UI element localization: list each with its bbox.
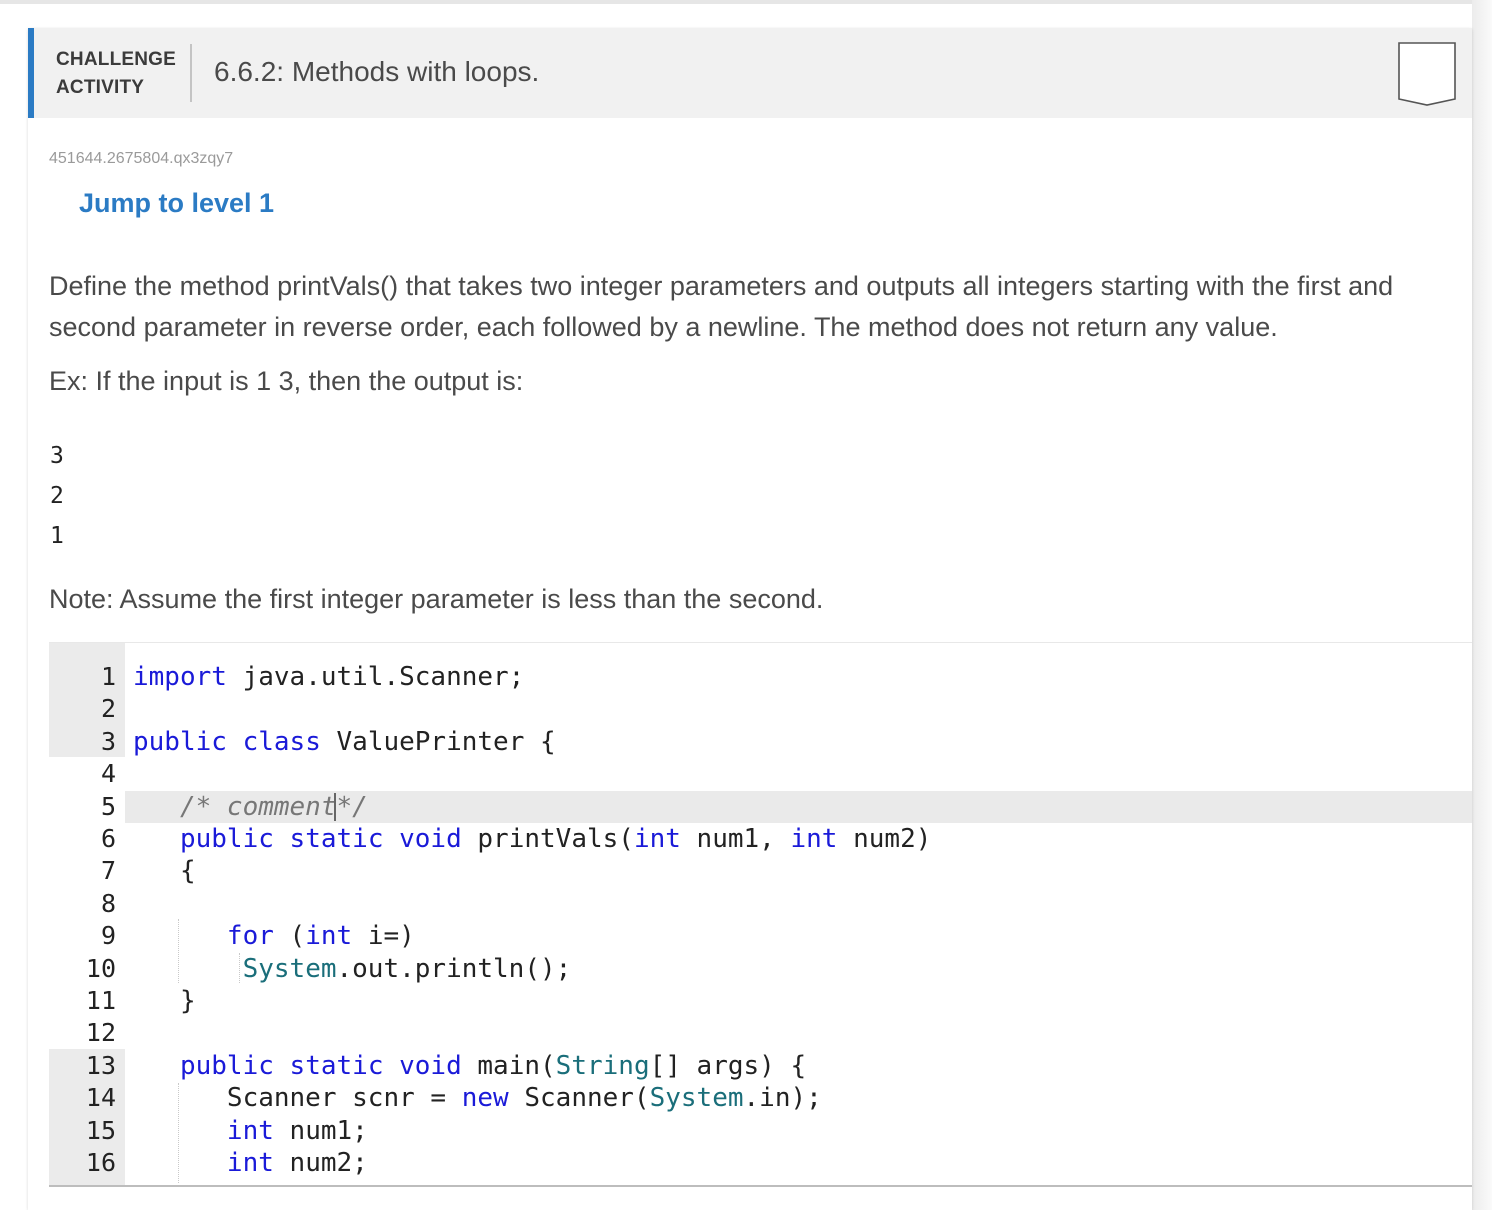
code-token: .in);: [743, 1083, 822, 1114]
code-token: printVals(: [461, 824, 634, 854]
line-number: 8: [100, 888, 116, 918]
example-text: Ex: If the input is 1 3, then the output…: [49, 366, 524, 396]
line-number: 12: [85, 1018, 116, 1048]
code-token: class: [242, 726, 321, 757]
code-token: int: [790, 824, 838, 854]
example-output-line: 1: [50, 523, 64, 549]
code-token: int: [305, 921, 353, 952]
code-token: int: [226, 1148, 274, 1178]
code-line[interactable]: int num1;: [133, 1115, 368, 1147]
line-number: 5: [100, 791, 116, 821]
code-token: void: [399, 1050, 462, 1081]
code-token: Scanner(: [508, 1083, 650, 1114]
code-token: }: [133, 986, 196, 1016]
code-token: main(: [461, 1050, 556, 1081]
challenge-label-line1: CHALLENGE: [56, 49, 177, 70]
line-number: 13: [85, 1050, 116, 1080]
code-token: java.util.Scanner;: [226, 662, 525, 692]
code-token: public: [179, 824, 274, 854]
text-cursor: [334, 793, 336, 821]
jump-to-level-link[interactable]: Jump to level 1: [79, 188, 274, 219]
header-divider: [190, 44, 192, 102]
code-line[interactable]: public class ValuePrinter {: [133, 726, 556, 758]
code-line[interactable]: public static void printVals(int num1, i…: [133, 823, 931, 855]
code-token: num2): [837, 824, 932, 854]
problem-description: Define the method printVals() that takes…: [49, 271, 1394, 342]
line-number: 9: [100, 921, 116, 951]
code-token: [] args) {: [649, 1050, 807, 1081]
challenge-label-line2: ACTIVITY: [56, 77, 145, 98]
line-number: 15: [85, 1115, 116, 1145]
code-token: public: [133, 726, 227, 757]
code-token: new: [461, 1083, 509, 1114]
code-token: num1;: [273, 1115, 368, 1146]
code-token: String: [555, 1050, 650, 1081]
code-token: System: [649, 1083, 744, 1114]
code-line[interactable]: /* comment*/: [133, 791, 368, 823]
line-number: 1: [100, 662, 116, 691]
code-line[interactable]: }: [133, 985, 196, 1017]
code-token: System: [242, 953, 337, 984]
example-output-line: 3: [50, 443, 64, 469]
code-token: /* comment*/: [133, 791, 368, 822]
code-token: static: [289, 1050, 384, 1081]
code-token: int: [226, 1115, 274, 1146]
code-token: ValuePrinter {: [320, 726, 556, 757]
line-number: 16: [85, 1148, 116, 1177]
line-number: 11: [85, 986, 116, 1015]
code-line[interactable]: {: [133, 855, 196, 887]
code-token: (: [273, 921, 306, 952]
note-text: Note: Assume the first integer parameter…: [49, 584, 824, 614]
top-rule: [0, 0, 1472, 4]
code-line[interactable]: int num2;: [133, 1147, 368, 1179]
code-token: Scanner scnr =: [133, 1083, 462, 1114]
line-number: 2: [100, 694, 116, 724]
code-token: import: [133, 662, 227, 692]
code-token: void: [399, 824, 462, 854]
code-token: num2;: [273, 1148, 368, 1178]
code-token: .out.println();: [336, 953, 572, 984]
code-line[interactable]: import java.util.Scanner;: [133, 661, 524, 693]
activity-header: CHALLENGE ACTIVITY 6.6.2: Methods with l…: [28, 28, 1472, 118]
activity-title: 6.6.2: Methods with loops.: [214, 56, 540, 87]
line-number-gutter: 1 2 3 4 5 6 7 8 9 10 11 12 13 14 15 16: [49, 643, 125, 1185]
line-number: 14: [85, 1083, 116, 1113]
line-number: 3: [100, 726, 116, 756]
line-number: 4: [100, 759, 116, 789]
line-number: 10: [85, 953, 116, 983]
code-token: num1,: [680, 824, 791, 854]
code-token: static: [289, 824, 384, 854]
page-edge-shadow: [1472, 0, 1492, 1210]
challenge-activity-label: CHALLENGE ACTIVITY: [56, 46, 176, 102]
code-token: public: [179, 1050, 274, 1081]
code-token: i=): [352, 921, 415, 952]
bookmark-icon[interactable]: [1398, 42, 1456, 106]
code-line[interactable]: System.out.println();: [133, 953, 572, 985]
code-line[interactable]: public static void main(String[] args) {: [133, 1050, 806, 1082]
code-editor[interactable]: 1 2 3 4 5 6 7 8 9 10 11 12 13 14 15 16 import java.util…: [49, 642, 1472, 1187]
activity-id: 451644.2675804.qx3zqy7: [49, 150, 234, 167]
code-token: for: [226, 921, 274, 952]
line-number: 6: [100, 824, 116, 853]
example-output: 3 2 1: [50, 436, 64, 556]
example-output-line: 2: [50, 483, 64, 509]
line-number: 7: [100, 856, 116, 886]
code-token: int: [633, 824, 681, 854]
code-token: {: [133, 856, 196, 887]
code-line[interactable]: Scanner scnr = new Scanner(System.in);: [133, 1082, 822, 1114]
code-line[interactable]: for (int i=): [133, 920, 415, 952]
